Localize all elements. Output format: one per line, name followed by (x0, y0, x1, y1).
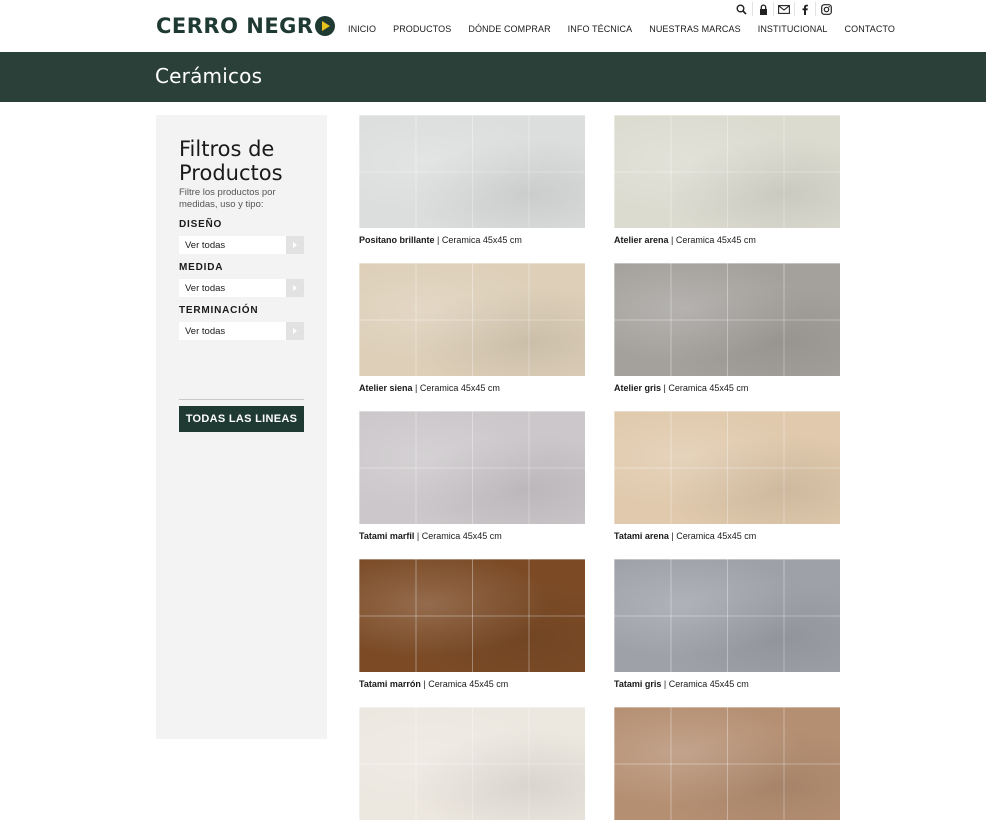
filter-select-value: Ver todas (185, 239, 226, 251)
product-card[interactable]: Atelier gris | Ceramica 45x45 cm (614, 263, 840, 393)
site-header: CERRO NEGR INICIO PRODUCTOS DÓNDE COMPRA… (0, 0, 986, 52)
nav-contacto[interactable]: CONTACTO (845, 24, 895, 34)
logo-play-mark (314, 16, 335, 36)
product-tile-image[interactable] (614, 115, 840, 228)
page-title: Cerámicos (155, 64, 263, 88)
filter-select-diseno[interactable]: Ver todas (179, 236, 304, 254)
product-card[interactable]: Atelier siena | Ceramica 45x45 cm (359, 263, 585, 393)
mail-icon[interactable] (773, 2, 794, 16)
logo-text: CERRO NEGR (156, 14, 314, 38)
product-detail: | Ceramica 45x45 cm (661, 679, 749, 689)
product-card[interactable]: Tatami marrón | Ceramica 45x45 cm (359, 559, 585, 689)
filter-select-value: Ver todas (185, 325, 226, 337)
product-card[interactable]: Tatami gris | Ceramica 45x45 cm (614, 559, 840, 689)
product-tile-image[interactable] (614, 263, 840, 376)
nav-nuestras-marcas[interactable]: NUESTRAS MARCAS (649, 24, 741, 34)
product-name: Tatami arena (614, 531, 669, 541)
product-card[interactable]: Atelier arena | Ceramica 45x45 cm (614, 115, 840, 245)
product-card[interactable]: Tatami marfil | Ceramica 45x45 cm (359, 411, 585, 541)
product-name: Tatami marrón (359, 679, 421, 689)
product-name: Positano brillante (359, 235, 435, 245)
product-tile-image[interactable] (614, 411, 840, 524)
filters-title: Filtros de Productos (179, 137, 283, 185)
product-caption[interactable]: Tatami arena | Ceramica 45x45 cm (614, 531, 840, 541)
search-icon[interactable] (731, 2, 752, 16)
nav-info-tecnica[interactable]: INFO TÉCNICA (568, 24, 633, 34)
product-caption[interactable]: Atelier gris | Ceramica 45x45 cm (614, 383, 840, 393)
product-card[interactable]: Tatami arena | Ceramica 45x45 cm (614, 411, 840, 541)
product-name: Tatami gris (614, 679, 662, 689)
nav-donde-comprar[interactable]: DÓNDE COMPRAR (468, 24, 550, 34)
product-caption[interactable]: Atelier siena | Ceramica 45x45 cm (359, 383, 585, 393)
product-name: Tatami marfil (359, 531, 415, 541)
product-tile-image[interactable] (359, 263, 585, 376)
filters-sidebar: Filtros de Productos Filtre los producto… (156, 115, 327, 739)
nav-productos[interactable]: PRODUCTOS (393, 24, 451, 34)
product-name: Atelier siena (359, 383, 413, 393)
nav-inicio[interactable]: INICIO (348, 24, 376, 34)
filter-select-value: Ver todas (185, 282, 226, 294)
product-caption[interactable]: Tatami gris | Ceramica 45x45 cm (614, 679, 840, 689)
chevron-right-icon[interactable] (286, 279, 304, 297)
product-detail: | Ceramica 45x45 cm (434, 235, 522, 245)
filter-select-medida[interactable]: Ver todas (179, 279, 304, 297)
facebook-icon[interactable] (794, 2, 815, 16)
product-caption[interactable]: Atelier arena | Ceramica 45x45 cm (614, 235, 840, 245)
filter-select-terminacion[interactable]: Ver todas (179, 322, 304, 340)
product-detail: | Ceramica 45x45 cm (420, 679, 509, 689)
filters-description: Filtre los productos por medidas, uso y … (179, 187, 276, 210)
product-caption[interactable]: Positano brillante | Ceramica 45x45 cm (359, 235, 585, 245)
filter-label-terminacion: TERMINACIÓN (179, 305, 259, 316)
all-lines-button[interactable]: TODAS LAS LINEAS (179, 406, 304, 432)
instagram-icon[interactable] (815, 2, 836, 16)
product-card[interactable] (359, 707, 585, 820)
product-tile-image[interactable] (614, 707, 840, 820)
product-tile-image[interactable] (359, 559, 585, 672)
product-caption[interactable]: Tatami marfil | Ceramica 45x45 cm (359, 531, 585, 541)
utility-icons (731, 2, 836, 16)
product-name: Atelier arena (614, 235, 669, 245)
nav-institucional[interactable]: INSTITUCIONAL (758, 24, 828, 34)
product-detail: | Ceramica 45x45 cm (412, 383, 500, 393)
brand-logo[interactable]: CERRO NEGR (156, 14, 335, 38)
product-caption[interactable]: Tatami marrón | Ceramica 45x45 cm (359, 679, 585, 689)
sidebar-divider (179, 399, 304, 400)
chevron-right-icon[interactable] (286, 236, 304, 254)
product-detail: | Ceramica 45x45 cm (414, 531, 502, 541)
main-nav: INICIO PRODUCTOS DÓNDE COMPRAR INFO TÉCN… (348, 24, 912, 34)
product-tile-image[interactable] (614, 559, 840, 672)
filter-label-medida: MEDIDA (179, 262, 224, 273)
product-name: Atelier gris (614, 383, 662, 393)
product-tile-image[interactable] (359, 115, 585, 228)
lock-icon[interactable] (752, 2, 773, 16)
page-banner: Cerámicos (0, 52, 986, 102)
product-detail: | Ceramica 45x45 cm (668, 235, 756, 245)
product-tile-image[interactable] (359, 411, 585, 524)
product-tile-image[interactable] (359, 707, 585, 820)
filter-label-diseno: DISEÑO (179, 219, 223, 230)
product-card[interactable] (614, 707, 840, 820)
product-detail: | Ceramica 45x45 cm (668, 531, 757, 541)
product-detail: | Ceramica 45x45 cm (661, 383, 749, 393)
chevron-right-icon[interactable] (286, 322, 304, 340)
product-card[interactable]: Positano brillante | Ceramica 45x45 cm (359, 115, 585, 245)
